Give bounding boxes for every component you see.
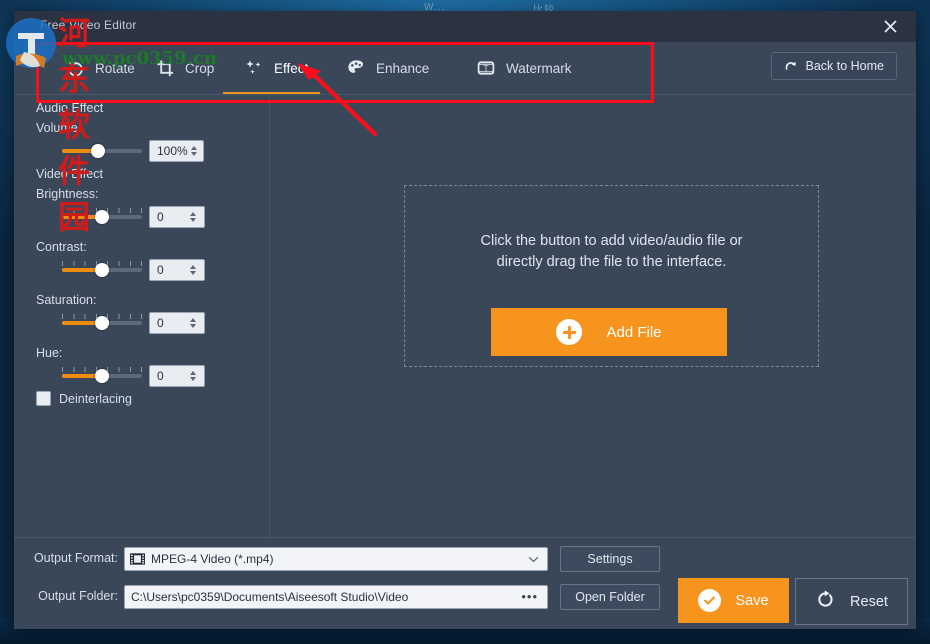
- check-circle-icon: [698, 589, 722, 612]
- open-folder-button[interactable]: Open Folder: [560, 584, 660, 610]
- volume-slider[interactable]: [62, 142, 142, 158]
- active-tab-indicator: [223, 92, 320, 94]
- output-folder-value: C:\Users\pc0359\Documents\Aiseesoft Stud…: [131, 590, 409, 604]
- preview-panel: Click the button to add video/audio file…: [270, 95, 916, 537]
- volume-label: Volume:: [36, 121, 82, 135]
- saturation-label: Saturation:: [36, 293, 97, 307]
- contrast-label: Contrast:: [36, 240, 87, 254]
- tab-watermark-label: Watermark: [506, 60, 572, 76]
- deinterlacing-label: Deinterlacing: [59, 391, 132, 406]
- hue-value: 0: [157, 369, 164, 383]
- output-format-label: Output Format:: [33, 551, 118, 565]
- effects-panel: Audio Effect Volume: 100% Video Effect B…: [14, 95, 270, 537]
- svg-text:T: T: [484, 64, 489, 72]
- refresh-icon: [815, 589, 836, 615]
- plus-circle-icon: [556, 319, 583, 345]
- contrast-stepper-arrows[interactable]: [185, 265, 204, 275]
- save-label: Save: [735, 592, 769, 609]
- volume-slider-knob[interactable]: [91, 144, 105, 158]
- contrast-value: 0: [157, 263, 164, 277]
- hue-stepper[interactable]: 0: [149, 365, 205, 387]
- settings-label: Settings: [587, 552, 633, 566]
- brightness-value: 0: [157, 210, 164, 224]
- file-drop-zone[interactable]: Click the button to add video/audio file…: [404, 185, 819, 367]
- reset-label: Reset: [850, 593, 888, 610]
- output-folder-field[interactable]: C:\Users\pc0359\Documents\Aiseesoft Stud…: [124, 585, 548, 609]
- back-to-home-label: Back to Home: [805, 59, 884, 73]
- chevron-down-icon[interactable]: [528, 550, 547, 568]
- crop-icon: [154, 57, 176, 79]
- hue-slider-knob[interactable]: [95, 369, 109, 383]
- deinterlacing-checkbox[interactable]: Deinterlacing: [36, 391, 132, 406]
- saturation-slider-knob[interactable]: [95, 316, 109, 330]
- film-strip-icon: [125, 553, 145, 565]
- tab-effect-label: Effect: [274, 60, 309, 76]
- contrast-slider-knob[interactable]: [95, 263, 109, 277]
- tab-crop-label: Crop: [185, 60, 215, 76]
- tab-crop[interactable]: Crop: [150, 51, 218, 85]
- drop-zone-line-2: directly drag the file to the interface.: [496, 254, 727, 270]
- volume-value: 100%: [157, 144, 188, 158]
- tab-rotate-label: Rotate: [95, 60, 135, 76]
- reset-button[interactable]: Reset: [795, 578, 908, 625]
- drop-zone-line-1: Click the button to add video/audio file…: [480, 233, 743, 249]
- hue-label: Hue:: [36, 346, 63, 360]
- hue-stepper-arrows[interactable]: [185, 371, 204, 381]
- rotate-icon: [64, 57, 86, 79]
- volume-stepper-arrows[interactable]: [188, 146, 203, 156]
- tab-watermark[interactable]: T Watermark: [471, 51, 576, 85]
- brightness-label: Brightness:: [36, 187, 99, 201]
- back-to-home-button[interactable]: Back to Home: [771, 52, 897, 80]
- redo-arrow-icon: [784, 58, 798, 75]
- add-file-button[interactable]: Add File: [491, 308, 727, 356]
- watermark-text-icon: T: [475, 57, 497, 79]
- close-icon[interactable]: [864, 11, 916, 42]
- editor-toolbar: Rotate Crop Effect Enhance T Watermark B…: [14, 42, 916, 95]
- tab-enhance-label: Enhance: [376, 60, 430, 76]
- output-bar: Output Format: MPEG-4 Video (*.mp4) Sett…: [14, 537, 916, 630]
- palette-icon: [345, 57, 367, 79]
- audio-effect-group-title: Audio Effect: [36, 101, 104, 115]
- saturation-value: 0: [157, 316, 164, 330]
- saturation-stepper-arrows[interactable]: [185, 318, 204, 328]
- hue-slider[interactable]: [62, 367, 142, 383]
- ellipsis-icon[interactable]: •••: [521, 590, 547, 603]
- tab-effect[interactable]: Effect: [239, 51, 312, 85]
- open-folder-label: Open Folder: [575, 590, 645, 604]
- brightness-stepper-arrows[interactable]: [185, 212, 204, 222]
- app-title: Free Video Editor: [40, 18, 137, 32]
- output-format-dropdown[interactable]: MPEG-4 Video (*.mp4): [124, 547, 548, 571]
- editor-content: Audio Effect Volume: 100% Video Effect B…: [14, 95, 916, 537]
- title-bar: Free Video Editor: [14, 11, 916, 42]
- settings-button[interactable]: Settings: [560, 546, 660, 572]
- volume-stepper[interactable]: 100%: [149, 140, 204, 162]
- effect-stars-icon: [243, 57, 265, 79]
- saturation-slider[interactable]: [62, 314, 142, 330]
- tab-enhance[interactable]: Enhance: [341, 51, 433, 85]
- output-folder-label: Output Folder:: [38, 589, 118, 603]
- application-window: Free Video Editor Rotate Crop Effect Enh…: [14, 11, 916, 629]
- output-format-value: MPEG-4 Video (*.mp4): [151, 552, 274, 566]
- saturation-stepper[interactable]: 0: [149, 312, 205, 334]
- brightness-slider-knob[interactable]: [95, 210, 109, 224]
- add-file-label: Add File: [606, 323, 662, 341]
- save-button[interactable]: Save: [678, 578, 789, 623]
- video-effect-group-title: Video Effect: [36, 167, 103, 181]
- tab-rotate[interactable]: Rotate: [60, 51, 139, 85]
- contrast-stepper[interactable]: 0: [149, 259, 205, 281]
- brightness-stepper[interactable]: 0: [149, 206, 205, 228]
- deinterlacing-checkbox-box[interactable]: [36, 391, 51, 406]
- drop-zone-text: Click the button to add video/audio file…: [405, 231, 818, 273]
- brightness-slider[interactable]: [62, 208, 142, 224]
- contrast-slider[interactable]: [62, 261, 142, 277]
